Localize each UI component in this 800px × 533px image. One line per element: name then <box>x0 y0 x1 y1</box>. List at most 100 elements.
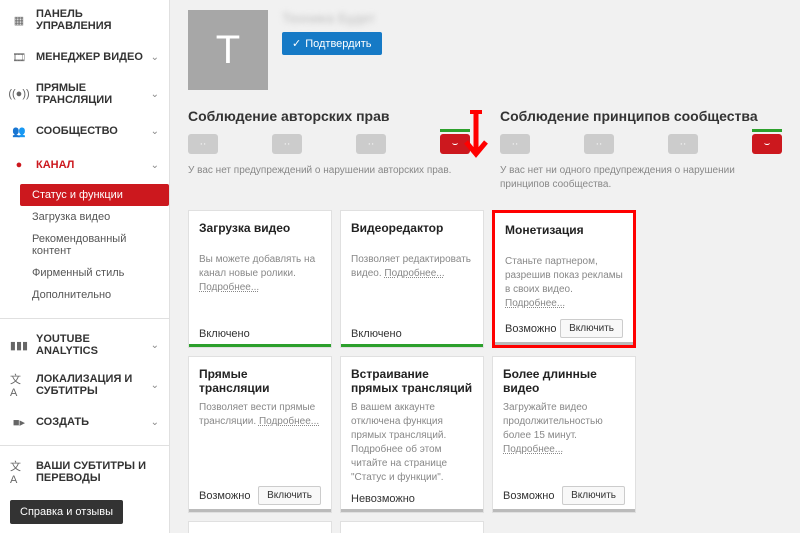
nav-create[interactable]: ■▸ СОЗДАТЬ ⌄ <box>0 405 169 439</box>
feature-card: Загрузка видеоВы можете добавлять на кан… <box>188 210 332 348</box>
face-happy-icon: ⌣ <box>752 134 782 154</box>
card-status: Включено <box>351 328 402 340</box>
feature-card: Встраивание прямых трансляцийВ вашем акк… <box>340 356 484 513</box>
channel-icon: ● <box>10 156 28 174</box>
community-title-text: Соблюдение принципов сообщества <box>500 108 758 124</box>
nav-label: СООБЩЕСТВО <box>36 125 151 137</box>
card-desc: Вы можете добавлять на канал новые ролик… <box>199 253 321 320</box>
sub-upload[interactable]: Загрузка видео <box>0 206 169 228</box>
face-icon: ·· <box>188 134 218 154</box>
enable-button[interactable]: Включить <box>562 486 625 505</box>
chevron-down-icon: ⌄ <box>151 417 159 428</box>
community-title: Соблюдение принципов сообщества <box>500 108 782 124</box>
nav-analytics[interactable]: ▮▮▮ YOUTUBE ANALYTICS ⌄ <box>0 325 169 365</box>
live-icon: ((●)) <box>10 85 28 103</box>
camera-icon: ■▸ <box>10 413 28 431</box>
channel-name: Техника Будет <box>282 10 382 26</box>
nav-label: МЕНЕДЖЕР ВИДЕО <box>36 51 151 63</box>
status-bar <box>493 509 635 512</box>
learn-more-link[interactable]: Подробнее... <box>503 444 563 455</box>
annotation-arrow-icon <box>458 110 494 170</box>
feature-card: Пользовательские значки видеоИспользуйте… <box>340 521 484 533</box>
card-status: Возможно <box>199 490 250 502</box>
learn-more-link[interactable]: Подробнее... <box>505 298 565 309</box>
nav-your-subs[interactable]: 文A ВАШИ СУБТИТРЫ И ПЕРЕВОДЫ <box>0 452 169 492</box>
learn-more-link[interactable]: Подробнее... <box>199 282 259 293</box>
community-indicator: ·· ·· ·· ⌣ <box>500 134 782 154</box>
card-footer: Возможно Включить <box>199 478 321 505</box>
face-icon: ·· <box>272 134 302 154</box>
sub-status-features[interactable]: Статус и функции <box>20 184 169 206</box>
divider <box>0 445 169 446</box>
card-desc: Станьте партнером, разрешив показ реклам… <box>505 255 623 311</box>
nav-label: КАНАЛ <box>36 159 151 171</box>
card-desc: Позволяет редактировать видео. Подробнее… <box>351 253 473 320</box>
card-footer: Возможно Включить <box>503 478 625 505</box>
chevron-down-icon: ⌄ <box>151 380 159 391</box>
status-bar <box>341 344 483 347</box>
nav-live[interactable]: ((●)) ПРЯМЫЕ ТРАНСЛЯЦИИ ⌄ <box>0 74 169 114</box>
chevron-down-icon: ⌄ <box>151 160 159 171</box>
translate-icon: 文A <box>10 376 28 394</box>
chevron-down-icon: ⌄ <box>151 340 159 351</box>
chevron-down-icon: ⌄ <box>151 89 159 100</box>
community-icon: 👥 <box>10 122 28 140</box>
face-icon: ·· <box>668 134 698 154</box>
status-bar <box>189 509 331 512</box>
confirm-label: Подтвердить <box>305 38 371 50</box>
card-footer: Включено <box>351 320 473 340</box>
feature-card: МонетизацияСтаньте партнером, разрешив п… <box>492 210 636 348</box>
card-desc: Загружайте видео продолжительностью боле… <box>503 401 625 478</box>
video-manager-icon: 🎞 <box>10 48 28 66</box>
sidebar: ▦ ПАНЕЛЬ УПРАВЛЕНИЯ 🎞 МЕНЕДЖЕР ВИДЕО ⌄ (… <box>0 0 170 533</box>
card-status: Включено <box>199 328 250 340</box>
dashboard-icon: ▦ <box>10 11 28 29</box>
face-icon: ·· <box>500 134 530 154</box>
divider <box>0 318 169 319</box>
face-icon: ·· <box>356 134 386 154</box>
community-desc: У вас нет ни одного предупреждения о нар… <box>500 164 782 192</box>
nav-label: YOUTUBE ANALYTICS <box>36 333 151 357</box>
nav-label: ПАНЕЛЬ УПРАВЛЕНИЯ <box>36 8 159 32</box>
feature-card: Настройки конфиденциальностиПозволяет от… <box>188 521 332 533</box>
card-desc: Позволяет вести прямые трансляции. Подро… <box>199 401 321 478</box>
copyright-status: Соблюдение авторских прав ·· ·· ·· ⌣ У в… <box>188 108 470 192</box>
nav-channel[interactable]: ● КАНАЛ ⌄ <box>0 148 169 182</box>
status-bar <box>341 509 483 512</box>
card-title: Видеоредактор <box>351 221 473 247</box>
card-title: Более длинные видео <box>503 367 625 395</box>
feature-card: Видеоредактор Позволяет редактировать вид… <box>340 210 484 348</box>
analytics-icon: ▮▮▮ <box>10 336 28 354</box>
nav-label: ПРЯМЫЕ ТРАНСЛЯЦИИ <box>36 82 151 106</box>
status-bar <box>495 342 633 345</box>
card-footer: ВозможноВключить <box>505 311 623 338</box>
sub-featured[interactable]: Рекомендованный контент <box>0 228 169 262</box>
face-icon: ·· <box>584 134 614 154</box>
main-content: T Техника Будет Подтвердить Соблюдение а… <box>170 0 800 533</box>
learn-more-link[interactable]: Подробнее... <box>384 268 444 279</box>
nav-video-manager[interactable]: 🎞 МЕНЕДЖЕР ВИДЕО ⌄ <box>0 40 169 74</box>
card-status: Невозможно <box>351 493 415 505</box>
nav-dashboard[interactable]: ▦ ПАНЕЛЬ УПРАВЛЕНИЯ <box>0 0 169 40</box>
nav-community[interactable]: 👥 СООБЩЕСТВО ⌄ <box>0 114 169 148</box>
card-title: Прямые трансляции <box>199 367 321 395</box>
channel-header: T Техника Будет Подтвердить <box>188 10 782 90</box>
card-footer: Невозможно <box>351 485 473 505</box>
learn-more-link[interactable]: Подробнее... <box>259 416 319 427</box>
sub-branding[interactable]: Фирменный стиль <box>0 262 169 284</box>
copyright-desc: У вас нет предупреждений о нарушении авт… <box>188 164 470 178</box>
feature-card: Прямые трансляции Позволяет вести прямые … <box>188 356 332 513</box>
copyright-title: Соблюдение авторских прав <box>188 108 470 124</box>
feature-cards: Загрузка видеоВы можете добавлять на кан… <box>188 210 782 533</box>
enable-button[interactable]: Включить <box>560 319 623 338</box>
channel-avatar[interactable]: T <box>188 10 268 90</box>
nav-localization[interactable]: 文A ЛОКАЛИЗАЦИЯ И СУБТИТРЫ ⌄ <box>0 365 169 405</box>
copyright-indicator: ·· ·· ·· ⌣ <box>188 134 470 154</box>
confirm-button[interactable]: Подтвердить <box>282 32 382 55</box>
status-bar <box>189 344 331 347</box>
help-button[interactable]: Справка и отзывы <box>10 500 123 524</box>
card-status: Возможно <box>503 490 554 502</box>
enable-button[interactable]: Включить <box>258 486 321 505</box>
nav-label: СОЗДАТЬ <box>36 416 151 428</box>
sub-advanced[interactable]: Дополнительно <box>0 284 169 306</box>
